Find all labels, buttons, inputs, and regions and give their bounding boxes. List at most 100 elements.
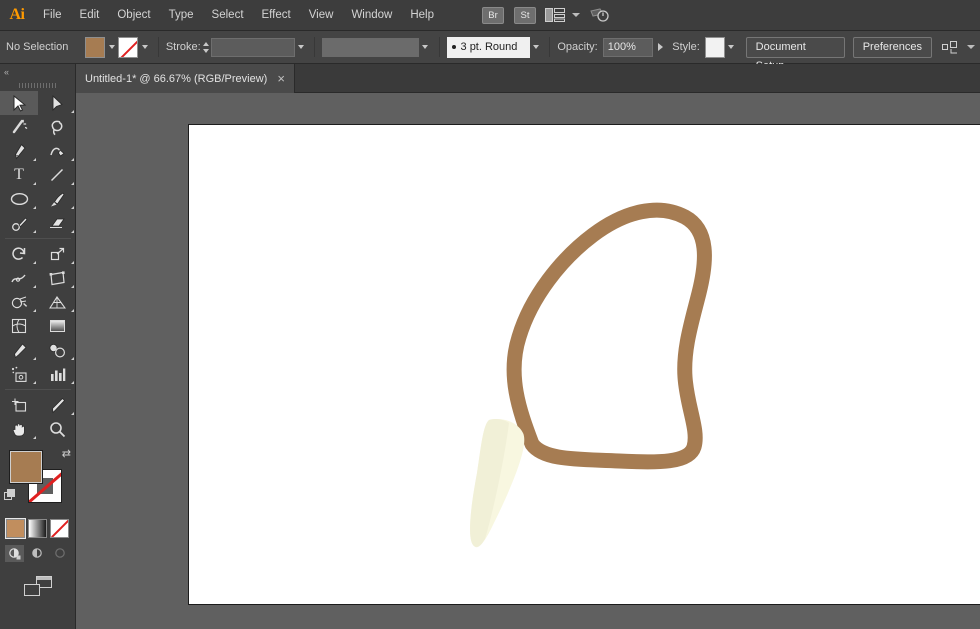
color-mode-row	[0, 518, 75, 539]
opacity-label: Opacity:	[557, 41, 598, 53]
illustrator-window: Ai File Edit Object Type Select Effect V…	[0, 0, 980, 629]
canvas-area[interactable]	[76, 93, 980, 629]
close-icon[interactable]: ×	[277, 72, 285, 85]
style-label: Style:	[672, 41, 700, 53]
slice-tool[interactable]	[38, 393, 76, 417]
tools-panel: « T ⇄	[0, 64, 76, 629]
variable-width-profile-input[interactable]	[322, 37, 419, 57]
stroke-weight-label: Stroke:	[165, 41, 201, 53]
brush-definition-select[interactable]: 3 pt. Round	[446, 36, 530, 58]
tools-grid: T	[0, 91, 76, 441]
divider	[314, 37, 316, 57]
none-mode-button[interactable]	[50, 519, 69, 538]
menu-file[interactable]: File	[34, 0, 71, 31]
artboard-tool[interactable]	[0, 393, 38, 417]
draw-normal-button[interactable]	[5, 545, 24, 562]
screen-mode-row	[0, 576, 75, 596]
line-segment-tool[interactable]	[38, 163, 76, 187]
variable-width-chevron-down-icon[interactable]	[419, 37, 432, 58]
gradient-mode-button[interactable]	[28, 519, 47, 538]
menu-bar: Ai File Edit Object Type Select Effect V…	[0, 0, 980, 31]
opacity-options-icon[interactable]	[658, 43, 664, 51]
rotate-tool[interactable]	[0, 242, 38, 266]
free-transform-tool[interactable]	[38, 266, 76, 290]
mesh-tool[interactable]	[0, 314, 38, 338]
tools-drag-handle[interactable]	[0, 80, 75, 91]
menu-help[interactable]: Help	[401, 0, 443, 31]
loop-path	[506, 202, 712, 470]
artboard[interactable]	[188, 124, 980, 605]
stroke-weight-input[interactable]	[211, 37, 295, 57]
color-mode-button[interactable]	[5, 518, 26, 539]
menu-edit[interactable]: Edit	[71, 0, 109, 31]
stock-button[interactable]: St	[514, 6, 536, 24]
width-warp-tool[interactable]	[0, 266, 38, 290]
divider	[157, 37, 159, 57]
zoom-tool[interactable]	[38, 417, 76, 441]
eyedropper-tool[interactable]	[0, 338, 38, 362]
stroke-swatch-chevron-down-icon[interactable]	[138, 37, 151, 58]
app-logo-icon: Ai	[9, 6, 26, 23]
menu-window[interactable]: Window	[342, 0, 401, 31]
fill-swatch[interactable]	[85, 36, 106, 58]
graphic-style-swatch[interactable]	[704, 36, 726, 58]
ellipse-tool[interactable]	[0, 187, 38, 211]
shape-builder-tool[interactable]	[0, 290, 38, 314]
eraser-tool[interactable]	[38, 211, 76, 235]
bridge-button[interactable]: Br	[482, 6, 504, 24]
brush-preview-icon	[451, 45, 456, 49]
curvature-tool[interactable]	[38, 139, 76, 163]
draw-behind-button[interactable]	[28, 545, 47, 562]
divider	[438, 37, 440, 57]
stroke-weight-chevron-down-icon[interactable]	[295, 37, 308, 58]
preferences-button[interactable]: Preferences	[852, 36, 933, 58]
fill-color-swatch[interactable]	[9, 450, 43, 484]
hand-tool[interactable]	[0, 417, 38, 441]
stroke-swatch[interactable]	[118, 36, 139, 58]
align-to-selection-icon[interactable]	[942, 40, 960, 54]
type-tool-glyph: T	[14, 166, 24, 183]
perspective-grid-tool[interactable]	[38, 290, 76, 314]
menu-effect[interactable]: Effect	[253, 0, 300, 31]
arrange-documents-chevron-down-icon[interactable]	[572, 13, 580, 17]
magic-wand-tool[interactable]	[0, 115, 38, 139]
menu-object[interactable]: Object	[108, 0, 159, 31]
fill-swatch-chevron-down-icon[interactable]	[105, 37, 118, 58]
gradient-tool[interactable]	[38, 314, 76, 338]
swap-fill-stroke-icon[interactable]: ⇄	[62, 447, 71, 460]
symbol-sprayer-tool[interactable]	[0, 362, 38, 386]
selection-status-label: No Selection	[6, 41, 69, 53]
draw-mode-row	[0, 545, 75, 562]
pen-tool[interactable]	[0, 139, 38, 163]
paintbrush-tool[interactable]	[38, 187, 76, 211]
opacity-input[interactable]: 100%	[602, 37, 654, 57]
artwork-brown-loop-with-cream-shape[interactable]	[189, 125, 980, 606]
align-chevron-down-icon[interactable]	[967, 45, 976, 49]
shaper-pencil-tool[interactable]	[0, 211, 38, 235]
arrange-documents-icon[interactable]	[545, 8, 565, 22]
selection-tool[interactable]	[0, 91, 38, 115]
change-screen-mode-icon[interactable]	[23, 576, 52, 596]
document-setup-button[interactable]: Document Setup	[745, 36, 845, 72]
brush-definition-chevron-down-icon[interactable]	[530, 37, 543, 58]
column-graph-tool[interactable]	[38, 362, 76, 386]
workspace-switcher-icon[interactable]	[589, 7, 611, 23]
tools-collapse-button[interactable]: «	[0, 64, 75, 80]
direct-selection-tool[interactable]	[38, 91, 76, 115]
type-tool[interactable]: T	[0, 163, 38, 187]
menu-view[interactable]: View	[300, 0, 343, 31]
document-tab-bar: « Untitled-1* @ 66.67% (RGB/Preview) ×	[0, 64, 980, 93]
blend-tool[interactable]	[38, 338, 76, 362]
stroke-weight-stepper[interactable]	[201, 37, 212, 58]
divider	[549, 37, 551, 57]
document-tab[interactable]: Untitled-1* @ 66.67% (RGB/Preview) ×	[76, 64, 295, 93]
lasso-tool[interactable]	[38, 115, 76, 139]
menu-select[interactable]: Select	[203, 0, 253, 31]
scale-tool[interactable]	[38, 242, 76, 266]
draw-inside-button[interactable]	[51, 545, 70, 562]
divider	[5, 389, 71, 390]
graphic-style-chevron-down-icon[interactable]	[725, 37, 738, 58]
divider	[5, 238, 71, 239]
control-bar: No Selection Stroke: 3 pt. Round Opacity…	[0, 31, 980, 72]
menu-type[interactable]: Type	[160, 0, 203, 31]
